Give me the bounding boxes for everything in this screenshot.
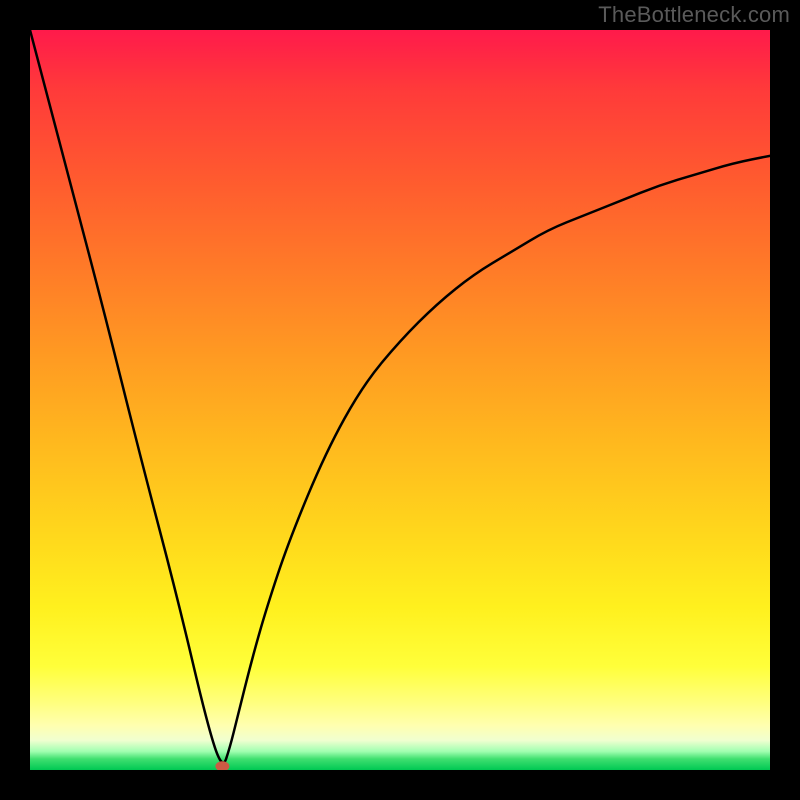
bottleneck-curve [30,30,770,763]
watermark-text: TheBottleneck.com [598,2,790,28]
chart-frame: TheBottleneck.com [0,0,800,800]
minimum-marker [215,761,229,770]
plot-area [30,30,770,770]
bottleneck-curve-svg [30,30,770,770]
